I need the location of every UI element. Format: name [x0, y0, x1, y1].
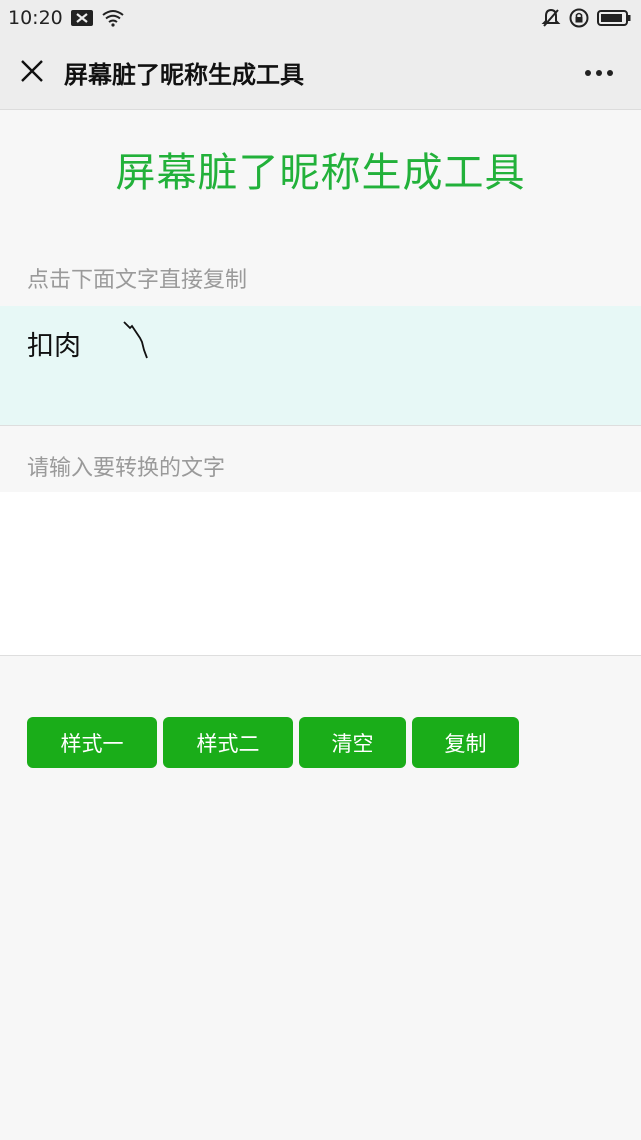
style-one-button[interactable]: 样式一 [27, 717, 157, 768]
mute-bell-icon [541, 8, 561, 28]
text-input[interactable] [0, 492, 641, 655]
mail-x-icon [70, 10, 93, 26]
page-title: 屏幕脏了昵称生成工具 [64, 61, 304, 89]
status-left: 10:20 [8, 7, 125, 29]
more-icon [585, 70, 591, 76]
result-panel[interactable]: 扣肉 [0, 306, 641, 426]
style-two-button[interactable]: 样式二 [163, 717, 293, 768]
screen-crack-decoration [120, 320, 154, 366]
rotation-lock-icon [569, 8, 589, 28]
button-row: 样式一 样式二 清空 复制 [27, 717, 519, 768]
close-button[interactable] [0, 36, 64, 110]
battery-icon [597, 9, 631, 27]
copy-button[interactable]: 复制 [412, 717, 519, 768]
copy-hint-label: 点击下面文字直接复制 [27, 268, 248, 293]
input-label: 请输入要转换的文字 [27, 456, 226, 481]
input-section: 请输入要转换的文字 [0, 426, 641, 656]
wifi-icon [101, 9, 125, 27]
clear-button[interactable]: 清空 [299, 717, 406, 768]
result-text[interactable]: 扣肉 [27, 331, 81, 362]
page-heading: 屏幕脏了昵称生成工具 [115, 150, 526, 196]
close-icon [19, 58, 45, 88]
more-button[interactable] [579, 58, 619, 88]
status-time: 10:20 [8, 7, 63, 29]
status-right [541, 8, 631, 28]
status-bar: 10:20 [0, 0, 641, 36]
title-bar: 屏幕脏了昵称生成工具 [0, 36, 641, 110]
